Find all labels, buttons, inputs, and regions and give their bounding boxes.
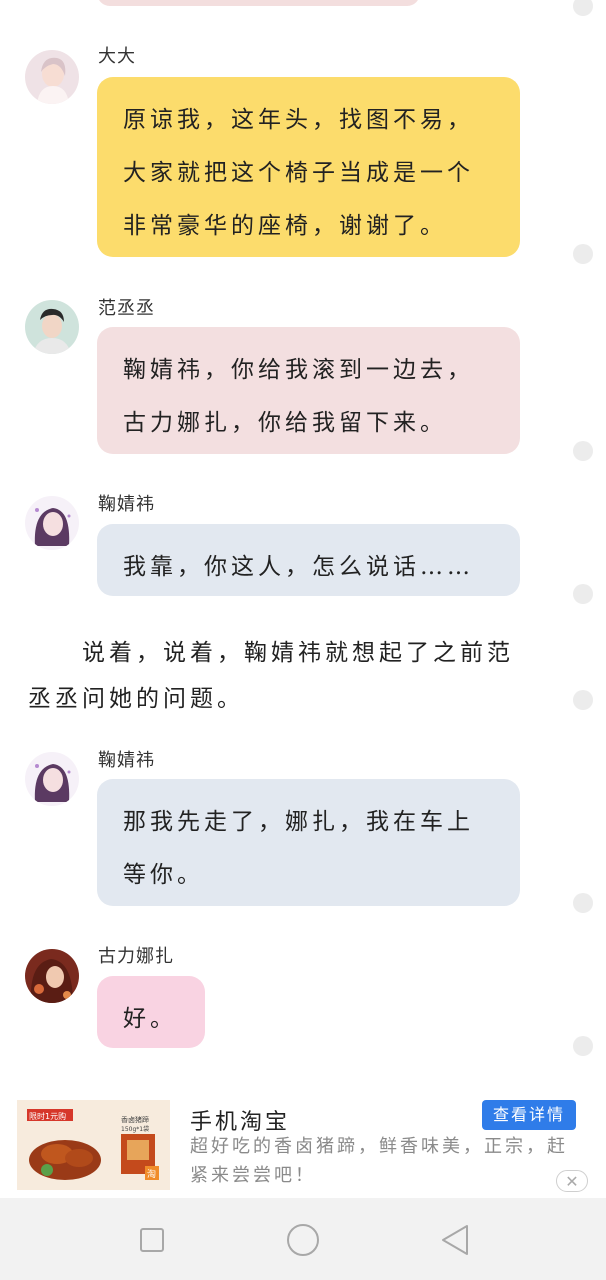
avatar[interactable] xyxy=(25,949,79,1003)
paragraph-comment-dot[interactable] xyxy=(573,690,593,710)
sender-name: 古力娜扎 xyxy=(98,946,174,967)
avatar-image xyxy=(25,752,79,806)
ad-description[interactable]: 超好吃的香卤猪蹄，鲜香味美，正宗，赶紧来尝尝吧！ xyxy=(190,1132,585,1190)
paragraph-comment-dot[interactable] xyxy=(573,1036,593,1056)
avatar-image xyxy=(25,300,79,354)
message-bubble: 鞠婧祎，你给我滚到一边去，古力娜扎，你给我留下来。 xyxy=(97,327,520,454)
partial-message-bubble xyxy=(97,0,420,6)
paragraph-comment-dot[interactable] xyxy=(573,244,593,264)
sender-name: 鞠婧祎 xyxy=(98,750,155,771)
avatar-image xyxy=(25,50,79,104)
svg-text:限时1元购: 限时1元购 xyxy=(29,1111,66,1121)
advertisement-banner[interactable]: 限时1元购 香卤猪蹄 150g*1袋 淘 手机淘宝 超好吃的香卤猪蹄，鲜香味美，… xyxy=(0,1092,606,1198)
message-bubble: 我靠，你这人，怎么说话…… xyxy=(97,524,520,596)
narration-line: 说着，说着，鞠婧祎就想起了之前范 xyxy=(82,640,514,666)
narration-line: 丞丞问她的问题。 xyxy=(28,686,244,712)
paragraph-comment-dot[interactable] xyxy=(573,584,593,604)
navigation-bar xyxy=(0,1198,606,1280)
close-icon[interactable]: ✕ xyxy=(556,1170,588,1192)
message-bubble: 好。 xyxy=(97,976,205,1048)
square-icon[interactable] xyxy=(139,1227,165,1253)
ad-product-image: 限时1元购 香卤猪蹄 150g*1袋 淘 xyxy=(17,1100,170,1190)
paragraph-comment-dot[interactable] xyxy=(573,893,593,913)
sender-name: 范丞丞 xyxy=(98,298,155,319)
svg-text:香卤猪蹄: 香卤猪蹄 xyxy=(121,1115,149,1124)
ad-image[interactable]: 限时1元购 香卤猪蹄 150g*1袋 淘 xyxy=(17,1100,170,1190)
message-bubble: 原谅我，这年头，找图不易，大家就把这个椅子当成是一个非常豪华的座椅，谢谢了。 xyxy=(97,77,520,257)
svg-text:淘: 淘 xyxy=(147,1168,156,1180)
avatar[interactable] xyxy=(25,752,79,806)
avatar[interactable] xyxy=(25,496,79,550)
avatar-image xyxy=(25,949,79,1003)
sender-name: 鞠婧祎 xyxy=(98,494,155,515)
triangle-back-icon[interactable] xyxy=(440,1223,470,1257)
circle-icon[interactable] xyxy=(286,1223,320,1257)
paragraph-comment-dot[interactable] xyxy=(573,0,593,16)
sender-name: 大大 xyxy=(98,46,136,67)
view-details-button[interactable]: 查看详情 xyxy=(482,1100,576,1130)
svg-text:150g*1袋: 150g*1袋 xyxy=(121,1125,149,1133)
avatar[interactable] xyxy=(25,300,79,354)
avatar[interactable] xyxy=(25,50,79,104)
narration-paragraph: 说着，说着，鞠婧祎就想起了之前范 丞丞问她的问题。 xyxy=(28,630,568,722)
message-bubble: 那我先走了，娜扎，我在车上等你。 xyxy=(97,779,520,906)
paragraph-comment-dot[interactable] xyxy=(573,441,593,461)
avatar-image xyxy=(25,496,79,550)
